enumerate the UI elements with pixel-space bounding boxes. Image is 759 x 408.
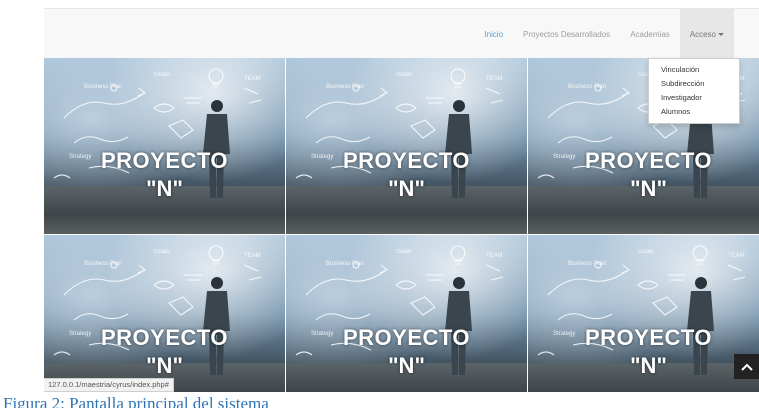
tile-title-line1: PROYECTO [342, 325, 471, 350]
tile-title-line1: PROYECTO [100, 148, 229, 173]
svg-text:Goals: Goals [396, 249, 412, 255]
tile-title-line2: "N" [146, 353, 183, 378]
nav-item-proyectos[interactable]: Proyectos Desarrollados [513, 9, 620, 59]
dropdown-item-investigador[interactable]: Investigador [649, 91, 739, 105]
svg-text:Business Plan: Business Plan [326, 84, 364, 90]
project-tile[interactable]: Business PlanGoals TEAMStrategy PROYECTO… [286, 58, 527, 234]
svg-text:Goals: Goals [638, 249, 654, 255]
project-tile[interactable]: Business PlanGoals TEAMStrategy PROYECTO… [528, 235, 759, 392]
svg-text:Business Plan: Business Plan [568, 84, 606, 90]
status-url: 127.0.0.1/maestria/cyrus/index.php# [44, 378, 174, 392]
nav-item-label: Proyectos Desarrollados [523, 29, 611, 39]
svg-text:Goals: Goals [154, 72, 170, 78]
tile-title-line2: "N" [146, 176, 183, 201]
nav-item-acceso[interactable]: Acceso [679, 9, 734, 59]
tile-title-line1: PROYECTO [584, 148, 713, 173]
navbar: Inicio Proyectos Desarrollados Academias… [44, 8, 759, 59]
tile-title-line1: PROYECTO [342, 148, 471, 173]
tile-title-line2: "N" [388, 353, 425, 378]
tile-title-line2: "N" [630, 353, 667, 378]
svg-text:Business Plan: Business Plan [568, 261, 606, 267]
svg-text:Business Plan: Business Plan [84, 84, 122, 90]
svg-text:TEAM: TEAM [244, 76, 261, 82]
tile-title-line2: "N" [388, 176, 425, 201]
dropdown-item-subdireccion[interactable]: Subdirección [649, 77, 739, 91]
dropdown-item-vinculacion[interactable]: Vinculación [649, 63, 739, 77]
chevron-up-icon [740, 363, 753, 371]
nav-item-inicio[interactable]: Inicio [474, 9, 513, 59]
tile-title-line1: PROYECTO [584, 325, 713, 350]
svg-text:Business Plan: Business Plan [326, 261, 364, 267]
svg-text:Goals: Goals [154, 249, 170, 255]
tile-title-line1: PROYECTO [100, 325, 229, 350]
project-tile[interactable]: Business PlanGoals TEAMStrategy PROYECTO… [44, 235, 285, 392]
dropdown-item-alumnos[interactable]: Alumnos [649, 105, 739, 119]
screenshot: Inicio Proyectos Desarrollados Academias… [44, 0, 759, 392]
sketch-illustration: Business PlanGoals TEAMStrategy [53, 68, 262, 179]
nav-item-academias[interactable]: Academias [620, 9, 680, 59]
project-tile[interactable]: Business PlanGoals TEAMStrategy PROYECTO… [44, 58, 285, 234]
figure-caption: Figura 2: Pantalla principal del sistema [3, 394, 269, 408]
svg-text:TEAM: TEAM [244, 253, 261, 259]
tile-title-line2: "N" [630, 176, 667, 201]
acceso-dropdown-menu: Vinculación Subdirección Investigador Al… [648, 58, 740, 124]
svg-text:Business Plan: Business Plan [84, 261, 122, 267]
nav-menu: Inicio Proyectos Desarrollados Academias… [474, 9, 734, 59]
svg-text:TEAM: TEAM [728, 253, 745, 259]
svg-text:TEAM: TEAM [486, 76, 503, 82]
nav-item-label: Academias [630, 29, 670, 39]
sketch-illustration: Business PlanGoals TEAMStrategy [295, 68, 504, 179]
scroll-to-top-button[interactable] [734, 354, 759, 379]
svg-text:TEAM: TEAM [486, 253, 503, 259]
svg-text:Goals: Goals [396, 72, 412, 78]
nav-item-label: Inicio [484, 29, 504, 39]
nav-item-label: Acceso [689, 29, 716, 39]
caret-down-icon [718, 32, 724, 36]
project-tile[interactable]: Business PlanGoals TEAMStrategy PROYECTO… [286, 235, 527, 392]
